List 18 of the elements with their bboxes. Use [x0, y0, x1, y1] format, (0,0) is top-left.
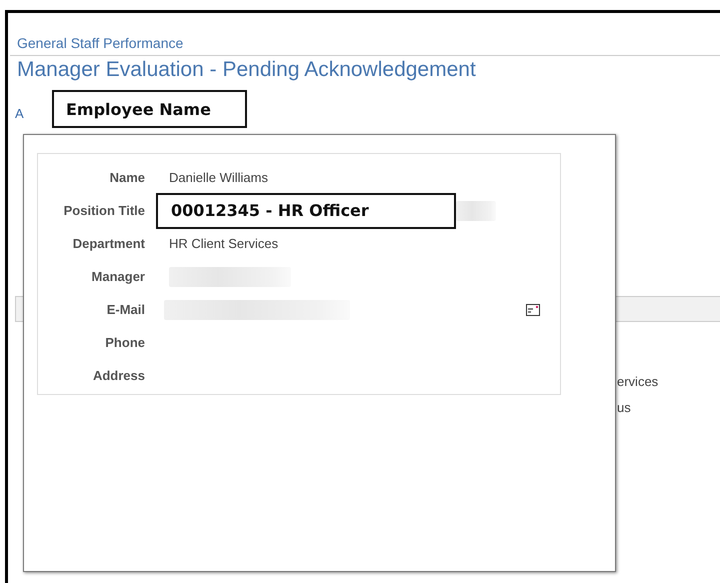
field-value: Danielle Williams: [169, 170, 268, 185]
field-value: HR Client Services: [169, 236, 278, 251]
breadcrumb: General Staff Performance: [17, 34, 184, 52]
link[interactable]: A: [15, 106, 24, 122]
text-fragment: ervices: [617, 374, 660, 390]
page-title: Manager Evaluation - Pending Acknowledgement: [17, 57, 477, 83]
field-label: Manager: [90, 269, 145, 284]
field-label: E-Mail: [106, 302, 145, 317]
mail-icon[interactable]: [526, 304, 540, 316]
callout-label: Employee Name: [52, 90, 247, 128]
field-value: 00012345 - HR Officer: [156, 192, 456, 228]
field-label: Address: [92, 368, 145, 383]
field-label: Department: [72, 236, 145, 251]
text-fragment: us: [617, 400, 632, 416]
field-label: Position Title: [62, 203, 145, 218]
redacted-bar: [456, 200, 496, 220]
field-label: Phone: [104, 335, 145, 350]
field-label: Name: [108, 170, 145, 185]
